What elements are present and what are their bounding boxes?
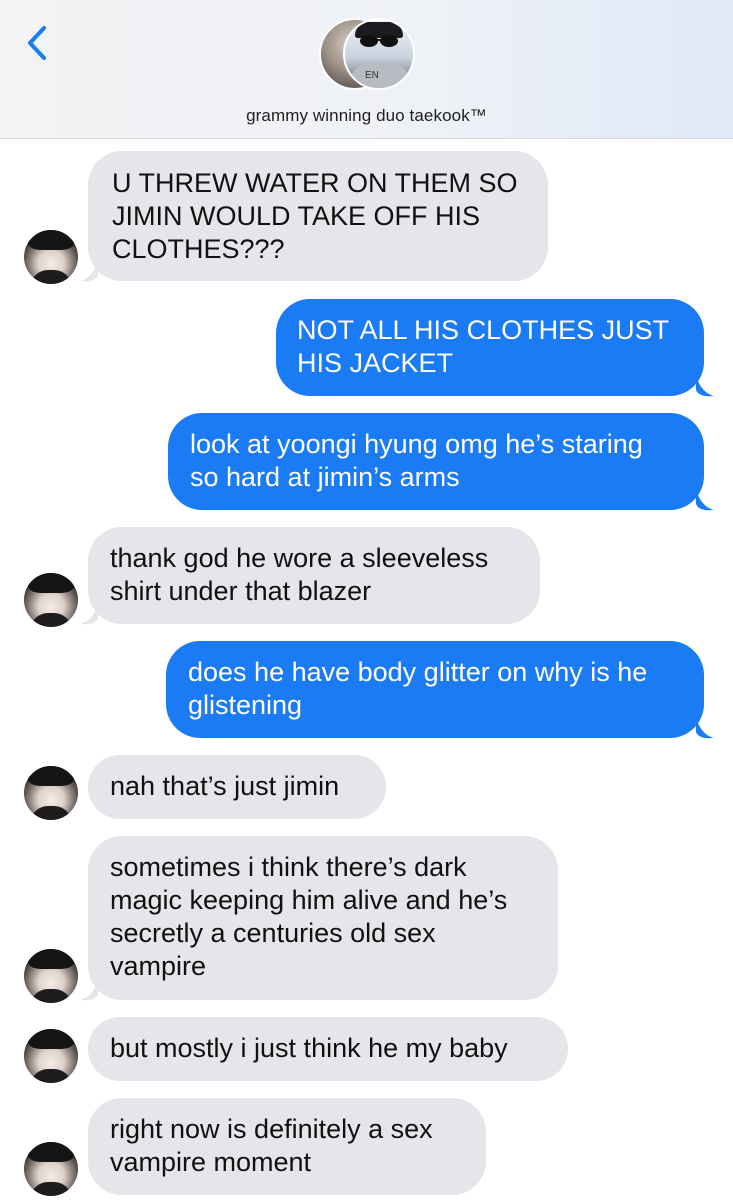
message-sent[interactable]: does he have body glitter on why is he g… xyxy=(166,641,704,738)
message-received[interactable]: sometimes i think there’s dark magic kee… xyxy=(88,836,558,1000)
message-received[interactable]: U THREW WATER ON THEM SO JIMIN WOULD TAK… xyxy=(88,151,548,281)
message-text: thank god he wore a sleeveless shirt und… xyxy=(110,543,489,606)
conversation-title[interactable]: grammy winning duo taekook™ xyxy=(0,106,733,126)
message-received[interactable]: thank god he wore a sleeveless shirt und… xyxy=(88,527,540,624)
message-sent[interactable]: NOT ALL HIS CLOTHES JUST HIS JACKET xyxy=(276,299,704,396)
message-text: right now is definitely a sex vampire mo… xyxy=(110,1114,433,1177)
contact-avatar[interactable] xyxy=(24,1142,78,1196)
message-text: nah that’s just jimin xyxy=(110,771,340,801)
conversation-header: EN grammy winning duo taekook™ xyxy=(0,0,733,139)
message-text: U THREW WATER ON THEM SO JIMIN WOULD TAK… xyxy=(112,168,518,264)
message-text: does he have body glitter on why is he g… xyxy=(188,657,648,720)
group-avatar-photo-2: EN xyxy=(343,18,415,90)
message-received[interactable]: nah that’s just jimin xyxy=(88,755,386,819)
message-received[interactable]: but mostly i just think he my baby xyxy=(88,1017,568,1081)
message-received[interactable]: right now is definitely a sex vampire mo… xyxy=(88,1098,486,1195)
message-text: NOT ALL HIS CLOTHES JUST HIS JACKET xyxy=(297,315,670,378)
contact-avatar[interactable] xyxy=(24,949,78,1003)
bubble-tail xyxy=(696,376,714,397)
chevron-left-icon xyxy=(28,26,46,60)
contact-avatar[interactable] xyxy=(24,1029,78,1083)
bubble-tail xyxy=(80,980,98,1001)
contact-avatar[interactable] xyxy=(24,573,78,627)
avatar-badge-text: EN xyxy=(365,70,379,81)
message-text: look at yoongi hyung omg he’s staring so… xyxy=(190,429,643,492)
message-sent[interactable]: look at yoongi hyung omg he’s staring so… xyxy=(168,413,704,510)
back-button[interactable] xyxy=(22,20,52,66)
contact-avatar[interactable] xyxy=(24,766,78,820)
message-text: sometimes i think there’s dark magic kee… xyxy=(110,852,508,981)
contact-avatar[interactable] xyxy=(24,230,78,284)
group-avatar[interactable]: EN xyxy=(319,18,415,90)
bubble-tail xyxy=(696,490,714,511)
sunglasses-icon xyxy=(360,35,398,47)
message-text: but mostly i just think he my baby xyxy=(110,1033,508,1063)
bubble-tail xyxy=(80,261,98,282)
bubble-tail xyxy=(696,718,714,739)
bubble-tail xyxy=(80,604,98,625)
